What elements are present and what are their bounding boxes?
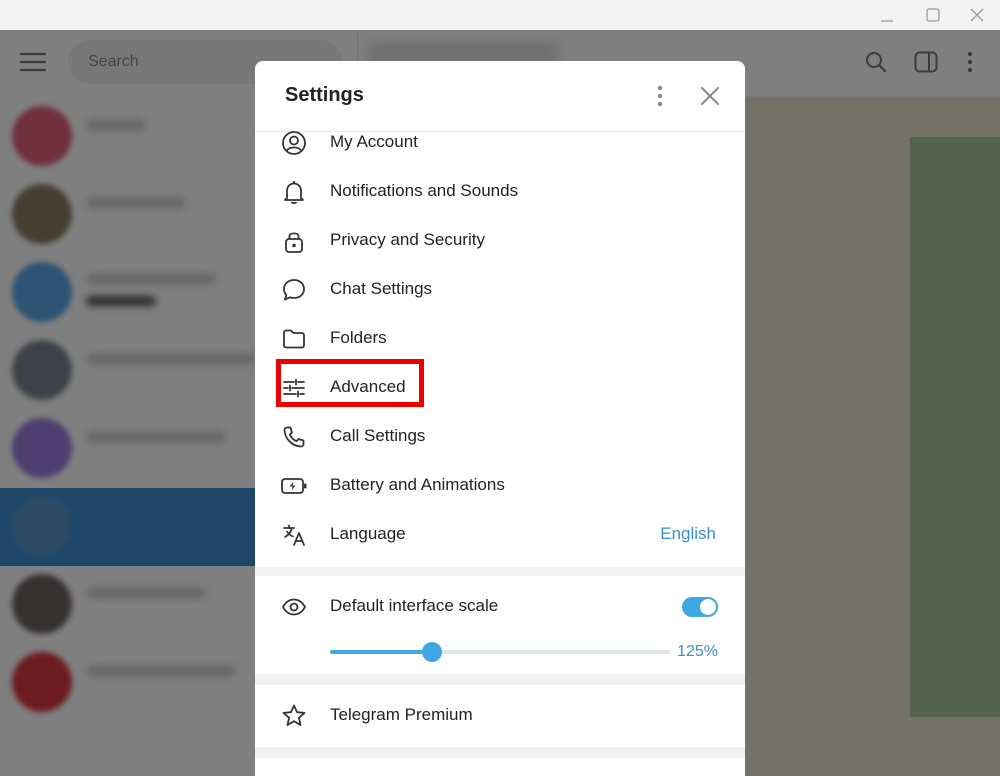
chat-bubble-icon (280, 276, 308, 304)
account-icon (280, 129, 308, 157)
language-value: English (660, 524, 716, 543)
menu-label: Telegram Premium (330, 705, 473, 724)
interface-scale-section: Default interface scale (255, 576, 745, 674)
lock-icon (280, 227, 308, 255)
minimize-icon (881, 20, 893, 22)
menu-item-language[interactable]: Language English (255, 510, 745, 559)
maximize-button[interactable] (910, 0, 956, 30)
bell-icon (280, 178, 308, 206)
menu-label: Privacy and Security (330, 230, 485, 249)
menu-item-notifications[interactable]: Notifications and Sounds (255, 167, 745, 216)
eye-icon (280, 593, 308, 621)
interface-scale-toggle[interactable] (682, 597, 718, 617)
phone-icon (280, 423, 308, 451)
highlight-annotation (276, 359, 424, 407)
menu-label: Call Settings (330, 426, 426, 445)
interface-scale-row[interactable]: Default interface scale (255, 582, 745, 631)
menu-item-battery[interactable]: Battery and Animations (255, 461, 745, 510)
menu-label: Chat Settings (330, 279, 433, 298)
menu-label: Battery and Animations (330, 475, 505, 494)
battery-icon (280, 472, 308, 500)
star-icon (280, 702, 308, 730)
menu-label: Folders (330, 328, 387, 347)
menu-item-call-settings[interactable]: Call Settings (255, 412, 745, 461)
slider-handle[interactable] (422, 642, 442, 662)
interface-scale-slider[interactable] (330, 642, 670, 662)
close-icon (701, 87, 719, 105)
menu-item-folders[interactable]: Folders (255, 314, 745, 363)
menu-item-telegram-premium[interactable]: Telegram Premium (255, 691, 745, 740)
minimize-button[interactable] (864, 0, 910, 30)
menu-item-my-account[interactable]: My Account (255, 118, 745, 167)
menu-label: Notifications and Sounds (330, 181, 519, 200)
settings-menu-section: My Account Notifications and Sounds Priv… (255, 131, 745, 567)
slider-fill (330, 650, 432, 654)
translate-icon (280, 521, 308, 549)
next-section (255, 758, 745, 776)
toggle-knob (700, 599, 716, 615)
menu-label: My Account (330, 132, 418, 151)
premium-section: Telegram Premium (255, 685, 745, 747)
maximize-icon (926, 8, 940, 22)
folder-icon (280, 325, 308, 353)
settings-dialog: Settings My Account Notifications and So… (255, 61, 745, 776)
window-close-button[interactable] (954, 0, 1000, 30)
menu-item-privacy[interactable]: Privacy and Security (255, 216, 745, 265)
menu-label: Language (330, 524, 406, 543)
settings-more-button[interactable] (647, 81, 673, 111)
more-vertical-icon (657, 85, 663, 107)
window-titlebar (0, 0, 1000, 30)
interface-scale-value: 125% (677, 643, 718, 660)
settings-title: Settings (285, 84, 364, 106)
settings-close-button[interactable] (695, 81, 725, 111)
menu-item-chat-settings[interactable]: Chat Settings (255, 265, 745, 314)
window-close-icon (970, 8, 984, 22)
menu-label: Default interface scale (330, 596, 499, 615)
